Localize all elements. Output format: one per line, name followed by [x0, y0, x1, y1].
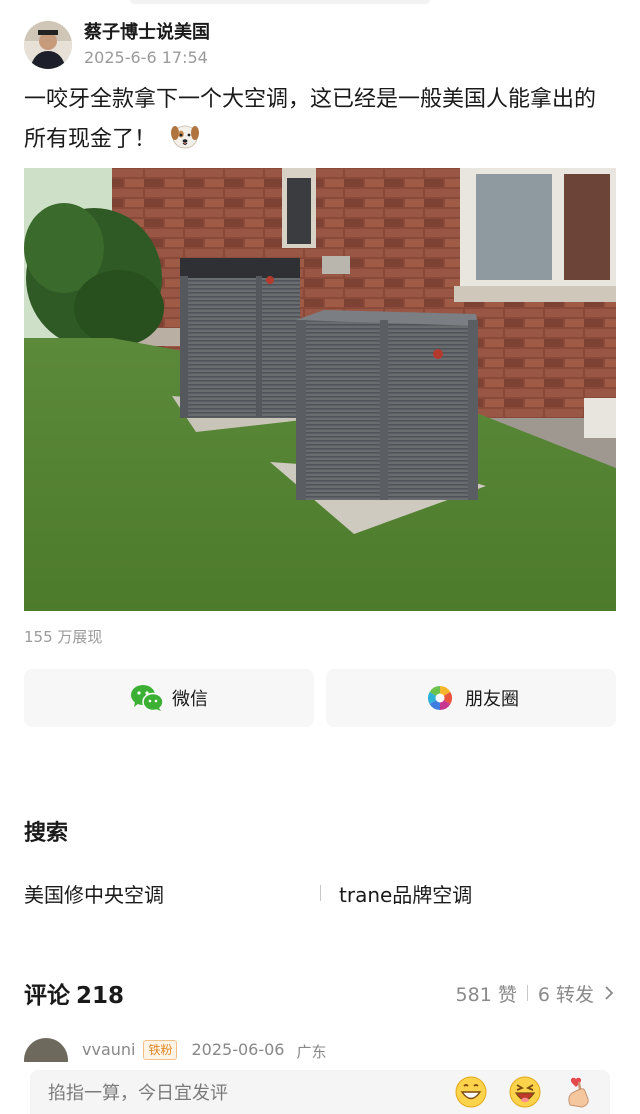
laughing-emoji-icon[interactable]	[508, 1075, 542, 1109]
search-suggestions: 美国修中央空调 trane品牌空调	[24, 876, 616, 910]
moments-icon	[423, 684, 457, 712]
post-text: 一咬牙全款拿下一个大空调，这已经是一般美国人能拿出的所有现金了！	[24, 80, 616, 160]
comments-header: 评论 218 581 赞 6 转发	[24, 975, 616, 1011]
author-name[interactable]: 蔡子博士说美国	[84, 20, 210, 46]
search-suggestion-2-wrap[interactable]: trane品牌空调	[320, 879, 616, 908]
comments-count: 218	[76, 983, 125, 1009]
search-suggestion-1[interactable]: 美国修中央空调	[24, 879, 320, 908]
share-wechat-label: 微信	[172, 689, 208, 710]
likes-count[interactable]: 581 赞	[456, 980, 517, 1007]
comment-input-bar[interactable]: 掐指一算，今日宜发评	[30, 1070, 610, 1114]
commenter-avatar[interactable]	[24, 1038, 68, 1062]
post-stats[interactable]: 581 赞 6 转发	[456, 980, 616, 1007]
author-header[interactable]: 蔡子博士说美国 2025-6-6 17:54	[24, 18, 210, 72]
finger-heart-emoji-icon[interactable]	[562, 1075, 596, 1109]
comments-title-wrap[interactable]: 评论 218	[24, 976, 124, 1010]
reposts-count[interactable]: 6 转发	[538, 980, 594, 1007]
dog-face-emoji-icon	[170, 121, 200, 151]
post-text-content: 一咬牙全款拿下一个大空调，这已经是一般美国人能拿出的所有现金了！	[24, 87, 597, 152]
comments-title: 评论	[24, 983, 70, 1009]
fan-badge: 铁粉	[143, 1040, 178, 1060]
divider	[526, 985, 528, 1001]
top-handle	[130, 0, 430, 4]
share-row: 微信 朋友圈	[24, 669, 616, 727]
grinning-emoji-icon[interactable]	[454, 1075, 488, 1109]
divider	[320, 885, 321, 901]
comment-input[interactable]: 掐指一算，今日宜发评	[48, 1079, 454, 1105]
view-count: 155 万展现	[24, 628, 103, 646]
wechat-icon	[130, 684, 164, 712]
commenter-name[interactable]: vvauni	[82, 1040, 135, 1059]
comment-date: 2025-06-06	[191, 1040, 285, 1059]
share-wechat-button[interactable]: 微信	[24, 669, 314, 727]
search-section-title: 搜索	[24, 821, 69, 846]
share-moments-button[interactable]: 朋友圈	[326, 669, 616, 727]
comment-item[interactable]: vvauni 铁粉 2025-06-06 广东	[24, 1036, 616, 1062]
post-time: 2025-6-6 17:54	[84, 48, 208, 67]
comment-location: 广东	[296, 1043, 327, 1061]
chevron-right-icon[interactable]	[602, 986, 616, 1000]
author-avatar[interactable]	[24, 21, 72, 69]
share-moments-label: 朋友圈	[465, 689, 519, 710]
post-photo[interactable]	[24, 168, 616, 611]
search-suggestion-2[interactable]: trane品牌空调	[339, 879, 472, 908]
